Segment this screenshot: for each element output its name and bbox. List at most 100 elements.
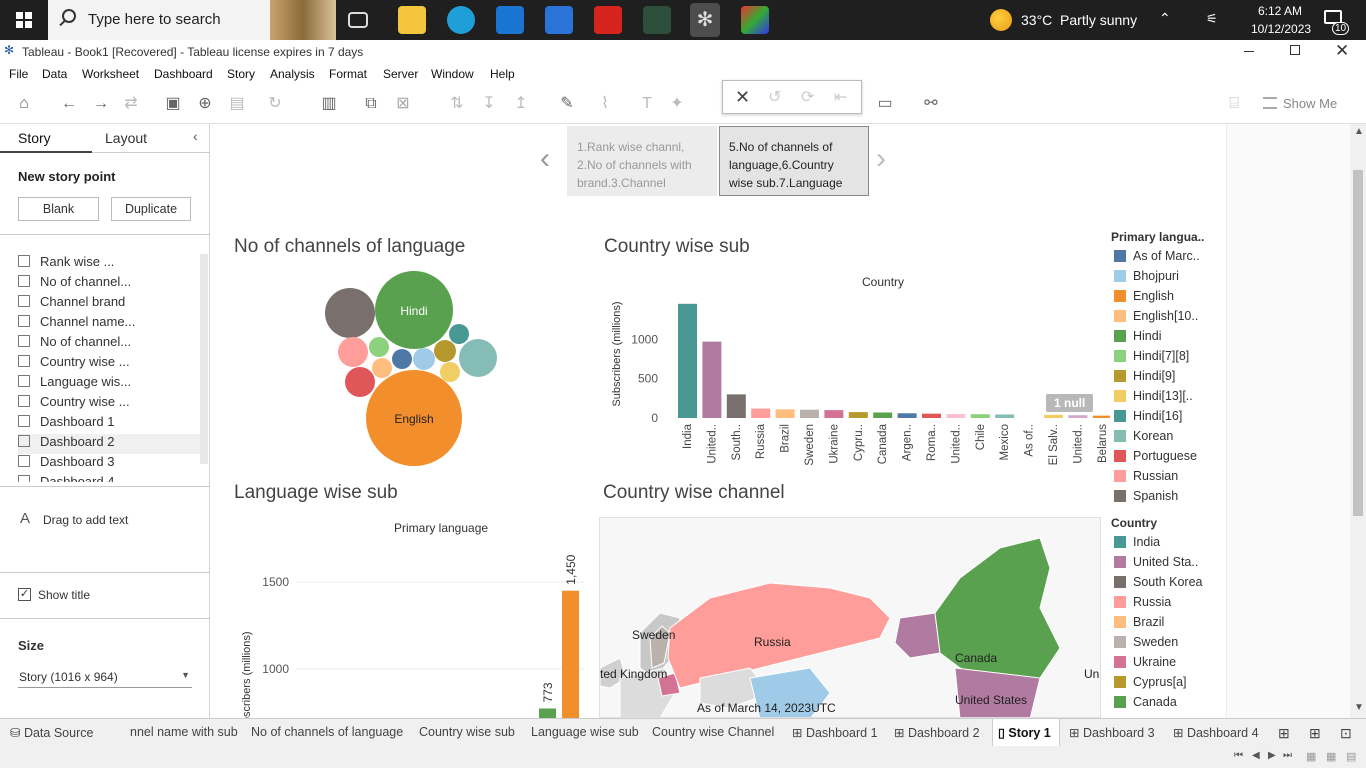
sheet-item[interactable]: Rank wise ... xyxy=(18,254,114,274)
legend-item[interactable]: As of Marc.. xyxy=(1114,249,1200,265)
sheet-item[interactable]: Channel name... xyxy=(18,314,135,334)
bar[interactable] xyxy=(702,341,722,418)
file-explorer-icon[interactable] xyxy=(398,6,426,34)
restore-icon[interactable] xyxy=(1290,45,1300,55)
menu-analysis[interactable]: Analysis xyxy=(270,67,315,81)
acrobat-icon[interactable] xyxy=(594,6,622,34)
country-channel-map[interactable]: Sweden Russia ted Kingdom Canada United … xyxy=(599,517,1101,718)
group-icon[interactable]: ⌇ xyxy=(595,94,615,114)
sorter-view-icon[interactable]: ▦ xyxy=(1326,750,1336,763)
bubble-hindi-13[interactable] xyxy=(440,362,460,382)
undo-icon[interactable]: ← xyxy=(59,94,79,114)
menu-story[interactable]: Story xyxy=(227,67,255,81)
taskbar-search[interactable]: Type here to search xyxy=(48,0,336,40)
bar[interactable] xyxy=(1068,415,1088,418)
legend-item[interactable]: Cyprus[a] xyxy=(1114,675,1187,691)
bar[interactable] xyxy=(539,708,556,718)
scroll-down-icon[interactable]: ▼ xyxy=(1354,702,1364,713)
legend-item[interactable]: Hindi[13][.. xyxy=(1114,389,1193,405)
tab-language-wise-sub[interactable]: Language wise sub xyxy=(531,725,639,739)
legend-item[interactable]: South Korea xyxy=(1114,575,1203,591)
tab-layout[interactable]: Layout xyxy=(105,130,147,146)
tab-data-source[interactable]: ⛁ Data Source xyxy=(10,725,93,740)
legend-item[interactable]: English[10.. xyxy=(1114,309,1198,325)
bubble-russian[interactable] xyxy=(338,337,368,367)
bar[interactable] xyxy=(562,590,579,718)
bar[interactable] xyxy=(946,414,966,418)
network-icon[interactable]: ⚟ xyxy=(1206,11,1218,27)
revert-icon[interactable]: ↺ xyxy=(768,87,781,107)
show-me-button[interactable]: Show Me xyxy=(1283,96,1337,111)
legend-item[interactable]: Korean xyxy=(1114,429,1173,445)
bar[interactable] xyxy=(1044,414,1063,418)
duplicate-button[interactable]: Duplicate xyxy=(111,197,191,221)
update-icon[interactable]: ⟳ xyxy=(801,87,814,107)
menu-format[interactable]: Format xyxy=(329,67,367,81)
chevron-up-icon[interactable]: ⌃ xyxy=(1159,10,1171,27)
labels-icon[interactable]: T xyxy=(637,94,657,114)
bubble-korean[interactable] xyxy=(459,339,497,377)
home-icon[interactable]: ⌂ xyxy=(14,94,34,114)
collapse-panel-icon[interactable]: ‹ xyxy=(193,128,198,144)
new-worksheet-icon[interactable]: ⊞ xyxy=(1278,725,1290,742)
menu-server[interactable]: Server xyxy=(383,67,418,81)
menu-worksheet[interactable]: Worksheet xyxy=(82,67,139,81)
bubble-hindi-7-8[interactable] xyxy=(369,337,389,357)
tab-dashboard-2[interactable]: ⊞ Dashboard 2 xyxy=(894,725,980,740)
next-story-point-icon[interactable]: › xyxy=(876,142,886,176)
tabs-view-icon[interactable]: ▤ xyxy=(1346,750,1356,763)
first-sheet-icon[interactable]: ⏮ xyxy=(1234,750,1243,761)
menu-help[interactable]: Help xyxy=(490,67,515,81)
bar[interactable] xyxy=(1092,415,1110,418)
sort-desc-icon[interactable]: ↥ xyxy=(511,94,531,114)
sort-asc-icon[interactable]: ↧ xyxy=(479,94,499,114)
bar[interactable] xyxy=(751,408,771,418)
duplicate-sheet-icon[interactable]: ⧉ xyxy=(361,94,381,114)
store-icon[interactable] xyxy=(545,6,573,34)
bubble-english-10[interactable] xyxy=(372,358,392,378)
sheet-item[interactable]: Channel brand xyxy=(18,294,125,314)
weather-text[interactable]: 33°C Partly sunny xyxy=(1021,12,1137,28)
share-icon[interactable]: ⚯ xyxy=(921,94,941,114)
show-title-checkbox[interactable]: ✓ xyxy=(18,588,31,601)
sheet-list-scrollbar[interactable] xyxy=(200,254,208,464)
new-story-icon[interactable]: ⊡ xyxy=(1340,725,1352,742)
menu-window[interactable]: Window xyxy=(431,67,474,81)
date-text[interactable]: 10/12/2023 xyxy=(1251,22,1311,36)
tab-country-wise-sub[interactable]: Country wise sub xyxy=(419,725,515,739)
bar[interactable] xyxy=(824,410,844,418)
tab-channel-name-with-sub[interactable]: nnel name with sub xyxy=(130,725,238,739)
bubble-as-of-march[interactable] xyxy=(392,349,412,369)
legend-item[interactable]: Russia xyxy=(1114,595,1171,611)
menu-dashboard[interactable]: Dashboard xyxy=(154,67,213,81)
time-text[interactable]: 6:12 AM xyxy=(1258,4,1302,18)
new-datasource-icon[interactable]: ⊕ xyxy=(195,94,215,114)
pause-updates-icon[interactable]: ▤ xyxy=(227,94,247,114)
legend-item[interactable]: Canada xyxy=(1114,695,1177,711)
bar[interactable] xyxy=(922,413,941,418)
mail-icon[interactable] xyxy=(496,6,524,34)
tab-story-1[interactable]: ▯ Story 1 xyxy=(998,725,1051,740)
swap-axes-icon[interactable]: ⇅ xyxy=(447,94,467,114)
story-point-2[interactable]: 5.No of channels of language,6.Country w… xyxy=(719,126,869,196)
legend-item[interactable]: United Sta.. xyxy=(1114,555,1198,571)
scroll-up-icon[interactable]: ▲ xyxy=(1354,126,1364,137)
tab-no-of-channels-of-language[interactable]: No of channels of language xyxy=(251,725,403,739)
bar[interactable] xyxy=(726,394,746,418)
next-sheet-icon[interactable]: ▶ xyxy=(1268,750,1276,761)
filmstrip-view-icon[interactable]: ▦ xyxy=(1306,750,1316,763)
sheet-item[interactable]: No of channel... xyxy=(18,274,131,294)
blank-button[interactable]: Blank xyxy=(18,197,99,221)
dashboard-item[interactable]: Dashboard 2 xyxy=(18,434,200,454)
sheet-item[interactable]: Country wise ... xyxy=(18,354,130,374)
bar[interactable] xyxy=(800,409,819,418)
sheet-item[interactable]: Country wise ... xyxy=(18,394,130,414)
scroll-thumb[interactable] xyxy=(1353,170,1363,516)
bar[interactable] xyxy=(775,409,795,418)
save-new-icon[interactable]: ⇤ xyxy=(834,87,847,107)
null-indicator-badge[interactable]: 1 null xyxy=(1046,394,1094,412)
windows-start-icon[interactable] xyxy=(16,12,32,28)
size-dropdown[interactable]: Story (1016 x 964) ▼ xyxy=(18,668,192,688)
bubble-portuguese[interactable] xyxy=(345,367,375,397)
save-icon[interactable]: ▣ xyxy=(163,94,183,114)
